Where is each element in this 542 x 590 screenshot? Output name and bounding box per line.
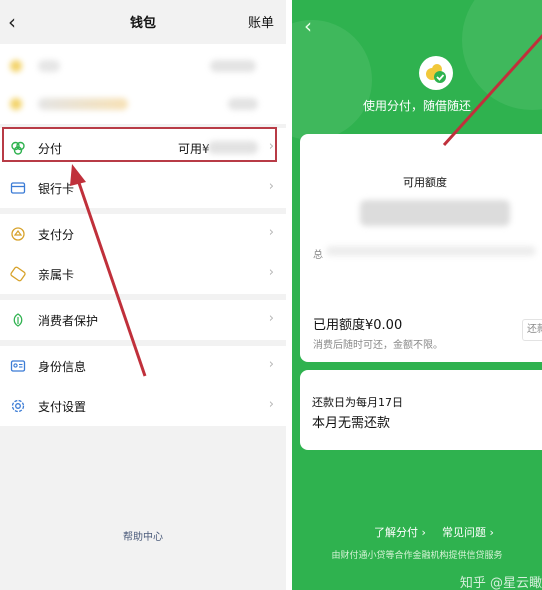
- annotation-arrow-right: [442, 33, 542, 147]
- fenfu-screen: ‹ 使用分付，随借随还 可用额度 总 已用额度¥0.00 消费后随时可还，金额不…: [292, 0, 542, 590]
- wallet-screen: ‹ 钱包 账单 分付 可用¥ › 银行卡 › 支付分 › 亲属卡 › 消费者保护…: [0, 0, 286, 590]
- annotation-arrow-left: [70, 164, 147, 377]
